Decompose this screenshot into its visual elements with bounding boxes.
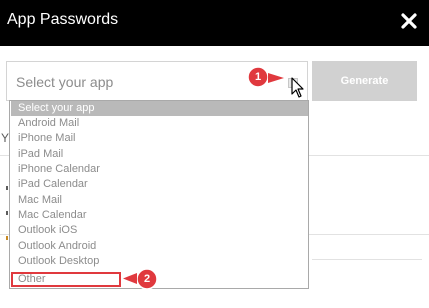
callout-marker-2: 2	[136, 268, 158, 290]
dropdown-option-ipad-calendar[interactable]: iPad Calendar	[11, 177, 308, 192]
dropdown-option-iphone-mail[interactable]: iPhone Mail	[11, 131, 308, 146]
mouse-cursor-icon	[291, 77, 304, 98]
dropdown-option-ipad-mail[interactable]: iPad Mail	[11, 147, 308, 162]
dropdown-option-iphone-calendar[interactable]: iPhone Calendar	[11, 162, 308, 177]
app-dropdown-list[interactable]: Select your app Android Mail iPhone Mail…	[9, 100, 309, 289]
highlight-box-other	[11, 272, 121, 287]
dropdown-option-select-your-app[interactable]: Select your app	[11, 101, 308, 116]
background-text-fragment	[6, 211, 8, 215]
dropdown-option-outlook-desktop[interactable]: Outlook Desktop	[11, 254, 308, 269]
dialog-title: App Passwords	[7, 11, 119, 28]
callout-number: 2	[143, 273, 151, 285]
close-button[interactable]	[398, 10, 420, 32]
close-icon	[401, 13, 417, 29]
background-tab-label: Y	[1, 131, 10, 145]
callout-number: 1	[254, 71, 262, 83]
generate-button[interactable]: Generate	[312, 61, 417, 101]
callout-marker-1: 1	[247, 66, 269, 88]
divider	[312, 259, 422, 260]
background-text-fragment	[6, 186, 8, 190]
callout-pointer-icon	[268, 73, 284, 83]
dropdown-option-mac-calendar[interactable]: Mac Calendar	[11, 208, 308, 223]
app-passwords-dialog: App Passwords Y Select your app Generate…	[0, 0, 429, 308]
dropdown-option-outlook-android[interactable]: Outlook Android	[11, 239, 308, 254]
dropdown-option-android-mail[interactable]: Android Mail	[11, 116, 308, 131]
background-link-fragment	[6, 236, 8, 240]
dropdown-option-outlook-ios[interactable]: Outlook iOS	[11, 223, 308, 238]
dropdown-option-mac-mail[interactable]: Mac Mail	[11, 193, 308, 208]
app-select-value: Select your app	[16, 74, 114, 90]
callout-pointer-icon	[123, 273, 137, 284]
dialog-header: App Passwords	[0, 0, 429, 46]
